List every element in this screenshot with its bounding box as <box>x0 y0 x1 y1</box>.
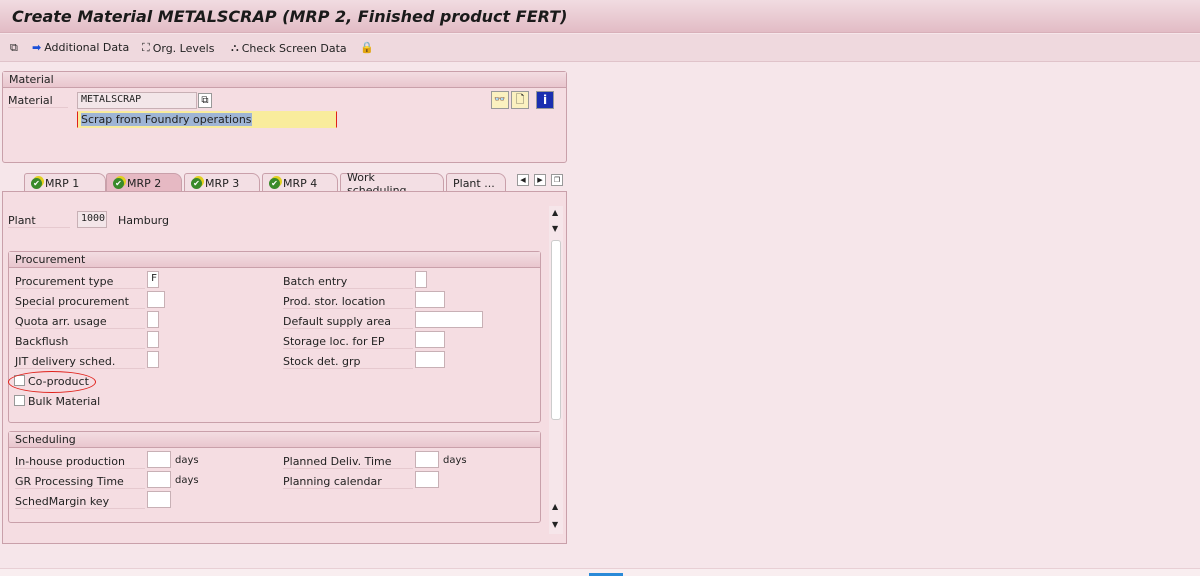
material-description-field[interactable]: Scrap from Foundry operations <box>77 111 337 128</box>
procurement-right-field[interactable] <box>415 351 445 368</box>
material-field[interactable]: METALSCRAP <box>77 92 197 109</box>
procurement-left-label: Procurement type <box>15 275 145 289</box>
tab-mrp4[interactable]: ✔ MRP 4 <box>262 173 338 191</box>
tab-scroll-left-icon[interactable]: ◀ <box>517 174 529 186</box>
info-icon[interactable]: i <box>536 91 554 109</box>
plant-name: Hamburg <box>118 214 169 227</box>
procurement-right-field[interactable] <box>415 271 427 288</box>
checkmark-icon: ✔ <box>191 178 202 189</box>
lock-icon: 🔒 <box>360 41 374 54</box>
scroll-down-icon[interactable]: ▼ <box>552 224 558 233</box>
gr-time-field[interactable] <box>147 471 171 488</box>
checkmark-icon: ✔ <box>113 178 124 189</box>
material-label: Material <box>8 94 68 108</box>
scroll-down-icon[interactable]: ▼ <box>552 520 558 529</box>
days-unit: days <box>443 455 467 466</box>
days-unit: days <box>175 475 199 486</box>
procurement-right-label: Default supply area <box>283 315 413 329</box>
procurement-left-field[interactable] <box>147 351 159 368</box>
document-icon[interactable]: 🗋 <box>511 91 529 109</box>
planned-deliv-label: Planned Deliv. Time <box>283 455 413 469</box>
tab-plant[interactable]: Plant ... <box>446 173 506 191</box>
procurement-left-label: Special procurement <box>15 295 145 309</box>
bulk-material-checkbox[interactable] <box>14 395 25 406</box>
scroll-up-icon[interactable]: ▲ <box>552 208 558 217</box>
procurement-left-field[interactable] <box>147 291 165 308</box>
glasses-icon[interactable]: 👓 <box>491 91 509 109</box>
plant-label: Plant <box>8 214 70 228</box>
tab-mrp3[interactable]: ✔ MRP 3 <box>184 173 260 191</box>
procurement-right-label: Batch entry <box>283 275 413 289</box>
tab-work-scheduling[interactable]: Work scheduling <box>340 171 444 197</box>
planning-calendar-field[interactable] <box>415 471 439 488</box>
procurement-left-field[interactable] <box>147 331 159 348</box>
org-levels-button[interactable]: ⛶ Org. Levels <box>142 41 214 55</box>
sched-margin-field[interactable] <box>147 491 171 508</box>
bulk-material-label: Bulk Material <box>28 395 101 408</box>
hierarchy-icon: ⛶ <box>142 41 150 54</box>
tab-mrp2[interactable]: ✔ MRP 2 <box>106 173 182 191</box>
scroll-up-icon[interactable]: ▲ <box>552 502 558 511</box>
procurement-left-label: Quota arr. usage <box>15 315 145 329</box>
additional-data-button[interactable]: ➡ Additional Data <box>32 41 129 54</box>
planning-calendar-label: Planning calendar <box>283 475 413 489</box>
procurement-right-label: Prod. stor. location <box>283 295 413 309</box>
tab-list-icon[interactable]: ❐ <box>551 174 563 186</box>
procurement-right-label: Stock det. grp <box>283 355 413 369</box>
gr-time-label: GR Processing Time <box>15 475 145 489</box>
tab-scroll-right-icon[interactable]: ▶ <box>534 174 546 186</box>
checkmark-icon: ✔ <box>31 178 42 189</box>
procurement-header: Procurement <box>9 252 540 268</box>
procurement-right-field[interactable] <box>415 311 483 328</box>
procurement-left-label: Backflush <box>15 335 145 349</box>
lock-button[interactable]: 🔒 <box>360 41 374 54</box>
other-material-button[interactable]: ⧉ <box>10 41 18 55</box>
procurement-left-label: JIT delivery sched. <box>15 355 145 369</box>
copy-icon[interactable]: ⧉ <box>198 93 212 108</box>
check-screen-data-button[interactable]: ⛬ Check Screen Data <box>231 41 347 55</box>
days-unit: days <box>175 455 199 466</box>
vertical-scrollbar[interactable]: ▲ ▼ ▲ ▼ <box>549 206 563 534</box>
page-title: Create Material METALSCRAP (MRP 2, Finis… <box>12 7 568 26</box>
toolbar: ⧉ ➡ Additional Data ⛶ Org. Levels ⛬ Check S… <box>0 34 1200 62</box>
material-header: Material <box>3 72 566 88</box>
procurement-right-label: Storage loc. for EP <box>283 335 413 349</box>
plant-field[interactable]: 1000 <box>77 211 107 228</box>
check-icon: ⛬ <box>231 41 239 54</box>
procurement-right-field[interactable] <box>415 331 445 348</box>
procurement-left-field[interactable] <box>147 311 159 328</box>
procurement-left-field[interactable]: F <box>147 271 159 288</box>
procurement-right-field[interactable] <box>415 291 445 308</box>
inhouse-field[interactable] <box>147 451 171 468</box>
checkmark-icon: ✔ <box>269 178 280 189</box>
sched-margin-label: SchedMargin key <box>15 495 145 509</box>
scheduling-header: Scheduling <box>9 432 540 448</box>
scroll-thumb[interactable] <box>551 240 561 420</box>
planned-deliv-field[interactable] <box>415 451 439 468</box>
switch-icon: ⧉ <box>10 41 18 54</box>
inhouse-label: In-house production <box>15 455 145 469</box>
red-annotation-circle <box>8 371 96 393</box>
tab-mrp1[interactable]: ✔ MRP 1 <box>24 173 106 191</box>
arrow-right-icon: ➡ <box>32 41 42 54</box>
